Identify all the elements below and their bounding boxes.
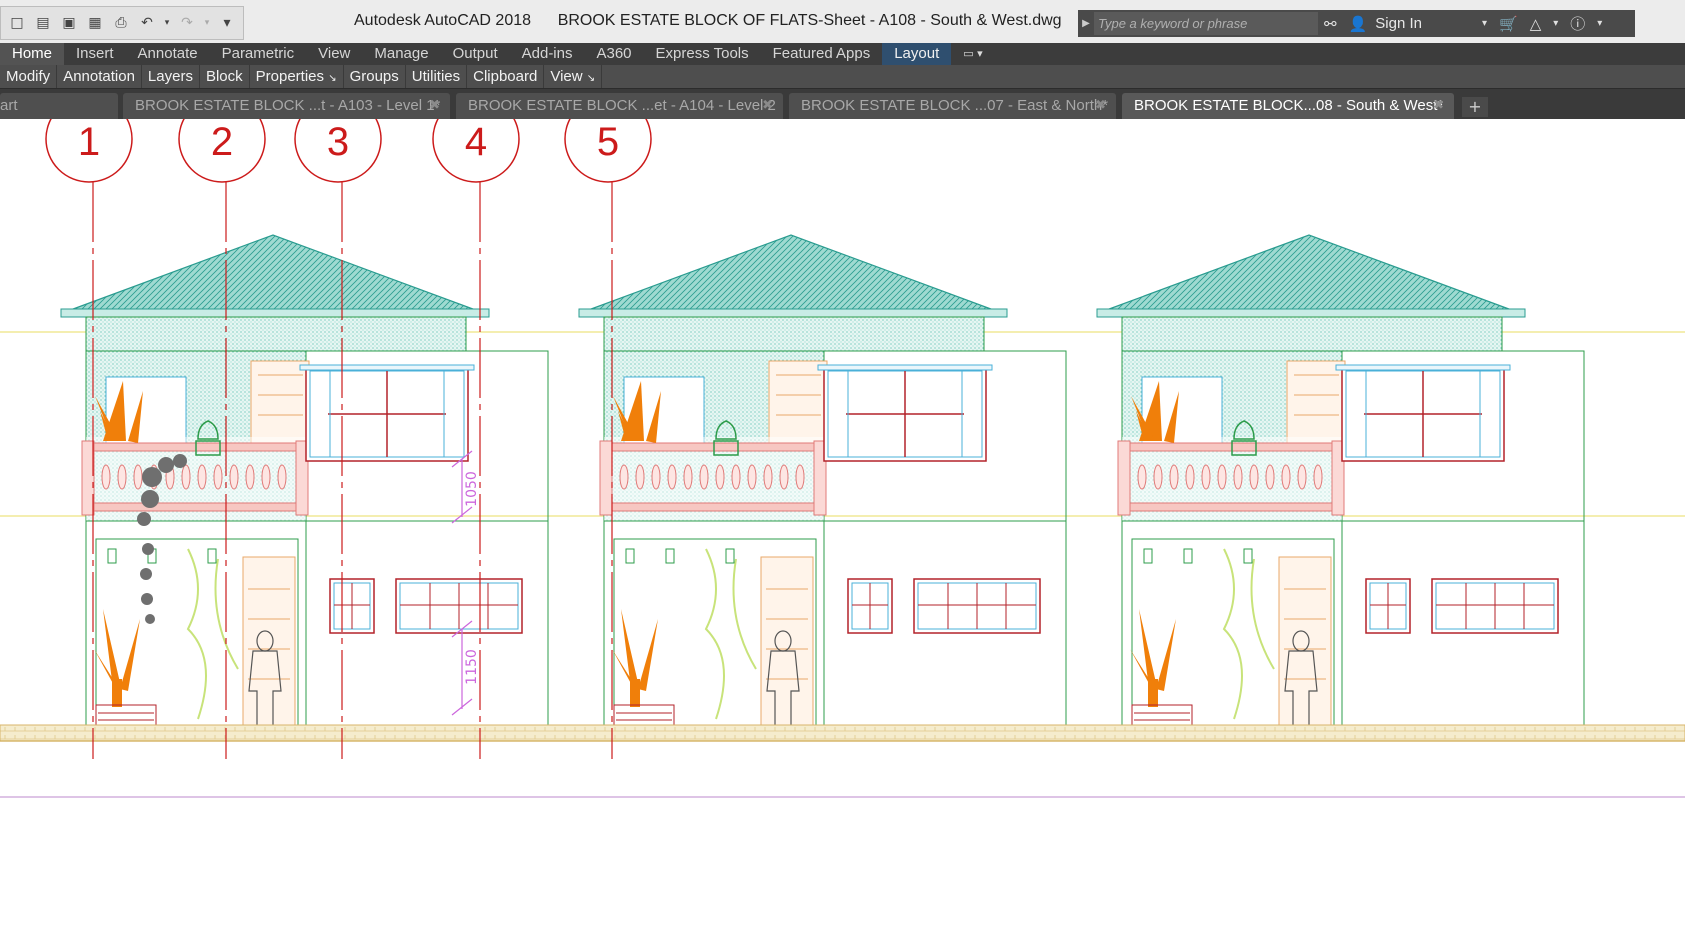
autodesk-exchange-icon[interactable]: △ [1524,15,1548,33]
app-name: Autodesk AutoCAD 2018 [354,12,532,29]
chevron-down-icon[interactable]: ▾ [161,11,173,35]
drawing-canvas[interactable]: 1050 1150 1 2 3 4 5 [0,119,1685,933]
document-tab-bar: art BROOK ESTATE BLOCK ...t - A103 - Lev… [0,89,1685,119]
tab-express-tools[interactable]: Express Tools [644,43,761,65]
flat-unit-3 [1096,234,1585,734]
chevron-down-icon[interactable]: ▾ [1591,18,1608,29]
ribbon-tab-bar: Home Insert Annotate Parametric View Man… [0,43,1685,65]
caret-right-icon[interactable]: ▶ [1078,18,1094,29]
tab-featured-apps[interactable]: Featured Apps [761,43,883,65]
panel-layers[interactable]: Layers [142,65,200,88]
window-title: Autodesk AutoCAD 2018 BROOK ESTATE BLOCK… [354,12,1062,30]
ribbon-minimize-icon[interactable]: ▭ ▾ [951,43,994,65]
doc-tab-label: art [0,97,18,114]
panel-groups[interactable]: Groups [344,65,406,88]
save-as-icon[interactable]: ▦ [83,11,107,35]
redo-icon[interactable]: ↷ [175,11,199,35]
close-icon[interactable]: ✖ [762,93,773,119]
cart-icon[interactable]: 🛒 [1493,15,1524,33]
tab-annotate[interactable]: Annotate [126,43,210,65]
file-name: BROOK ESTATE BLOCK OF FLATS-Sheet - A108… [557,12,1062,29]
customize-icon[interactable]: ▾ [215,11,239,35]
open-icon[interactable]: ▤ [31,11,55,35]
grid-label-5: 5 [597,120,619,164]
panel-properties-label: Properties [255,68,325,85]
doc-tab[interactable]: BROOK ESTATE BLOCK ...07 - East & North*… [789,93,1116,119]
panel-block[interactable]: Block [200,65,250,88]
tab-view[interactable]: View [306,43,362,65]
tab-a360[interactable]: A360 [584,43,643,65]
flat-unit-2 [578,234,1067,734]
user-icon[interactable]: 👤 [1343,15,1374,33]
doc-tab[interactable]: BROOK ESTATE BLOCK ...et - A104 - Level … [456,93,783,119]
close-icon[interactable]: ✖ [1433,93,1444,119]
doc-tab-label: BROOK ESTATE BLOCK ...07 - East & North* [801,97,1109,114]
dimension-label-2: 1150 [464,649,480,685]
expand-icon: ↘ [586,73,596,84]
quick-access-toolbar: □ ▤ ▣ ▦ ⎙ ↶ ▾ ↷ ▾ ▾ [0,6,244,40]
doc-tab[interactable]: art [0,93,118,119]
panel-view[interactable]: View ↘ [544,65,603,88]
tab-output[interactable]: Output [441,43,510,65]
search-box: ▶ [1078,10,1318,37]
panel-utilities[interactable]: Utilities [406,65,468,88]
binoculars-icon[interactable]: ⚯ [1318,15,1343,33]
expand-icon: ↘ [328,73,337,84]
search-input[interactable] [1094,12,1318,35]
dimension-label-1: 1050 [464,471,480,507]
doc-tab-label: BROOK ESTATE BLOCK...08 - South & West* [1134,97,1444,114]
doc-tab-active[interactable]: BROOK ESTATE BLOCK...08 - South & West* … [1122,93,1454,119]
doc-tab-label: BROOK ESTATE BLOCK ...t - A103 - Level 1… [135,97,441,114]
new-tab-button[interactable]: + [1462,97,1488,117]
tab-manage[interactable]: Manage [362,43,440,65]
doc-tab-label: BROOK ESTATE BLOCK ...et - A104 - Level … [468,97,776,114]
title-bar: □ ▤ ▣ ▦ ⎙ ↶ ▾ ↷ ▾ ▾ Autodesk AutoCAD 201… [0,0,1685,44]
panel-annotation[interactable]: Annotation [57,65,142,88]
tab-home[interactable]: Home [0,43,65,65]
plot-icon[interactable]: ⎙ [109,11,133,35]
ground-plinth [0,724,1685,742]
close-icon[interactable]: ✖ [1095,93,1106,119]
panel-modify[interactable]: Modify [0,65,58,88]
tab-layout[interactable]: Layout [882,43,952,65]
elevation-drawing[interactable]: 1050 1150 1 2 3 4 5 [0,119,1685,933]
grid-label-2: 2 [211,120,233,164]
panel-properties[interactable]: Properties ↘ [250,65,344,88]
grid-label-3: 3 [327,120,349,164]
grid-label-4: 4 [465,120,487,164]
chevron-down-icon[interactable]: ▾ [201,11,213,35]
ribbon-panel-bar: Modify Annotation Layers Block Propertie… [0,65,1685,89]
help-icon[interactable]: ⓘ [1564,13,1591,34]
doc-tab[interactable]: BROOK ESTATE BLOCK ...t - A103 - Level 1… [123,93,450,119]
undo-icon[interactable]: ↶ [135,11,159,35]
tab-add-ins[interactable]: Add-ins [510,43,585,65]
grid-bubbles: 1 2 3 4 5 [45,119,652,183]
chevron-down-icon[interactable]: ▾ [1547,18,1564,29]
panel-clipboard[interactable]: Clipboard [467,65,545,88]
chevron-down-icon[interactable]: ▾ [1428,18,1493,29]
panel-view-label: View [550,68,583,85]
grid-label-1: 1 [78,120,100,164]
new-icon[interactable]: □ [5,11,29,35]
close-icon[interactable]: ✖ [429,93,440,119]
tab-insert[interactable]: Insert [64,43,126,65]
infocenter-toolbar: ⚯ 👤 Sign In ▾ 🛒 △ ▾ ⓘ ▾ [1318,10,1635,37]
tab-parametric[interactable]: Parametric [210,43,307,65]
save-icon[interactable]: ▣ [57,11,81,35]
sign-in-button[interactable]: Sign In [1373,15,1428,32]
